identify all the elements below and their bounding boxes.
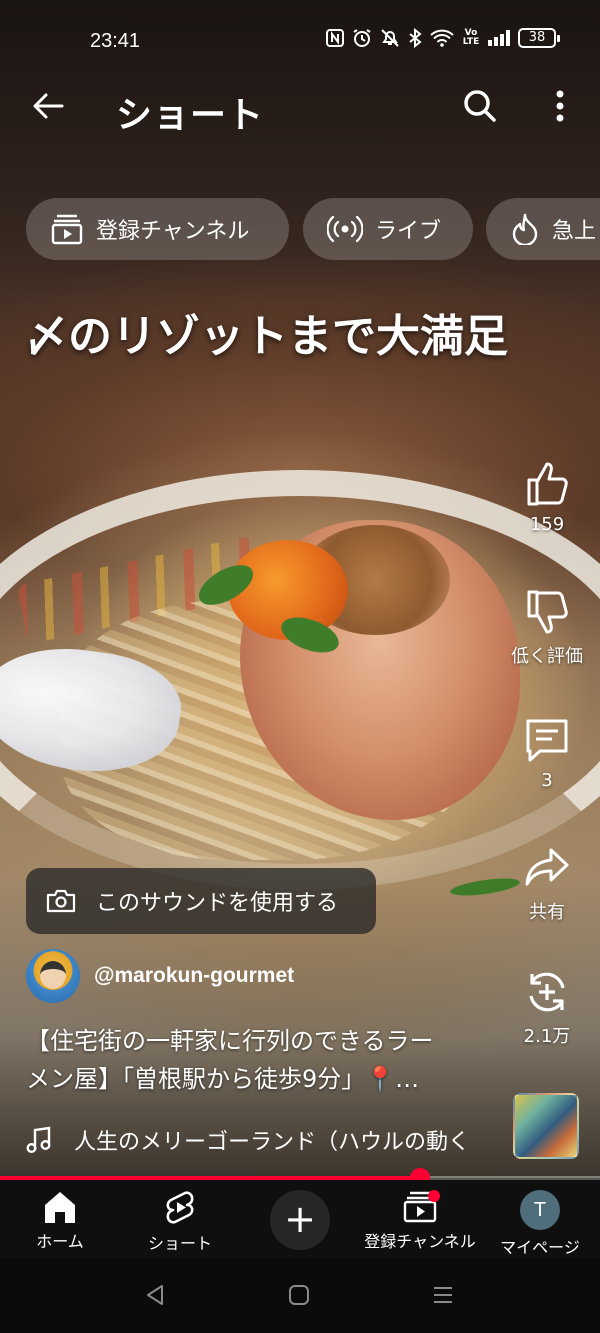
top-bar: ショート xyxy=(0,78,600,138)
back-arrow-icon[interactable] xyxy=(28,86,68,126)
filter-chips: 登録チャンネル ライブ 急上 xyxy=(26,198,600,260)
battery-icon: 38 xyxy=(518,28,560,48)
video-description[interactable]: 【住宅街の一軒家に行列のできるラー メン屋】「曽根駅から徒歩9分」📍… xyxy=(26,1022,496,1098)
bluetooth-icon xyxy=(409,28,422,48)
system-back-icon[interactable] xyxy=(145,1284,165,1306)
search-icon[interactable] xyxy=(460,86,500,126)
dislike-button[interactable]: 低く評価 xyxy=(500,588,594,668)
volte-icon: Vo LTE xyxy=(462,28,480,47)
video-caption-overlay: 〆のリゾットまで大満足 xyxy=(24,311,508,362)
share-icon xyxy=(525,848,569,886)
music-thumbnail[interactable] xyxy=(513,1093,579,1159)
nav-shorts-label: ショート xyxy=(147,1234,212,1253)
music-title: 人生のメリーゴーランド（ハウルの動く xyxy=(74,1130,471,1155)
like-button[interactable]: 159 xyxy=(500,460,594,535)
remix-icon xyxy=(529,972,565,1012)
comment-icon xyxy=(526,719,568,762)
signal-icon xyxy=(488,30,510,46)
thumbs-up-icon xyxy=(527,462,568,506)
page-title: ショート xyxy=(116,95,265,136)
alarm-icon xyxy=(353,29,371,47)
bottom-navigation: ホーム ショート + 登録チャンネル T マイページ xyxy=(0,1180,600,1258)
dislike-label: 低く評価 xyxy=(511,646,583,667)
nav-home-label: ホーム xyxy=(36,1232,84,1251)
share-button[interactable]: 共有 xyxy=(500,844,594,924)
new-content-dot xyxy=(428,1190,440,1202)
comments-button[interactable]: 3 xyxy=(500,716,594,791)
nav-shorts[interactable]: ショート xyxy=(120,1190,240,1254)
chip-label: 急上 xyxy=(552,219,597,244)
subscriptions-icon xyxy=(51,214,83,245)
thumbs-down-icon xyxy=(527,590,568,634)
chip-live[interactable]: ライブ xyxy=(303,198,473,260)
channel-row[interactable]: @marokun-gourmet xyxy=(26,948,294,1004)
more-options-icon[interactable] xyxy=(546,86,574,126)
home-icon xyxy=(45,1192,75,1223)
plus-icon: + xyxy=(284,1197,316,1241)
camera-icon xyxy=(46,889,76,913)
live-icon xyxy=(327,215,363,243)
remix-count: 2.1万 xyxy=(523,1026,571,1047)
wifi-icon xyxy=(430,29,454,47)
description-line: メン屋】「曽根駅から徒歩9分」📍… xyxy=(26,1065,420,1093)
nav-you[interactable]: T マイページ xyxy=(480,1190,600,1258)
chip-label: ライブ xyxy=(375,219,442,244)
chip-trending[interactable]: 急上 xyxy=(486,198,600,260)
like-count: 159 xyxy=(529,514,565,535)
description-line: 【住宅街の一軒家に行列のできるラー xyxy=(26,1027,434,1055)
status-bar: 23:41 Vo LTE 38 xyxy=(0,22,600,60)
channel-handle[interactable]: @marokun-gourmet xyxy=(94,964,294,988)
shorts-icon xyxy=(166,1191,194,1224)
comment-count: 3 xyxy=(541,770,553,791)
music-row[interactable]: 人生のメリーゴーランド（ハウルの動く xyxy=(26,1120,506,1160)
chip-label: 登録チャンネル xyxy=(96,219,250,244)
trending-icon xyxy=(512,213,538,245)
nfc-icon xyxy=(326,29,344,47)
status-time: 23:41 xyxy=(90,30,141,52)
use-sound-label: このサウンドを使用する xyxy=(96,891,339,916)
remix-button[interactable]: 2.1万 xyxy=(500,968,594,1048)
nav-home[interactable]: ホーム xyxy=(0,1190,120,1252)
use-sound-button[interactable]: このサウンドを使用する xyxy=(26,868,376,934)
music-note-icon xyxy=(26,1126,51,1154)
nav-subscriptions-label: 登録チャンネル xyxy=(364,1232,476,1251)
mute-icon xyxy=(381,29,399,47)
nav-you-label: マイページ xyxy=(500,1238,580,1257)
nav-subscriptions[interactable]: 登録チャンネル xyxy=(360,1190,480,1252)
channel-avatar[interactable] xyxy=(26,949,80,1003)
system-recents-icon[interactable] xyxy=(432,1284,454,1306)
user-avatar: T xyxy=(520,1190,560,1230)
share-label: 共有 xyxy=(529,902,565,923)
system-navigation-bar xyxy=(0,1258,600,1333)
system-home-icon[interactable] xyxy=(288,1284,310,1306)
chip-subscriptions[interactable]: 登録チャンネル xyxy=(26,198,289,260)
